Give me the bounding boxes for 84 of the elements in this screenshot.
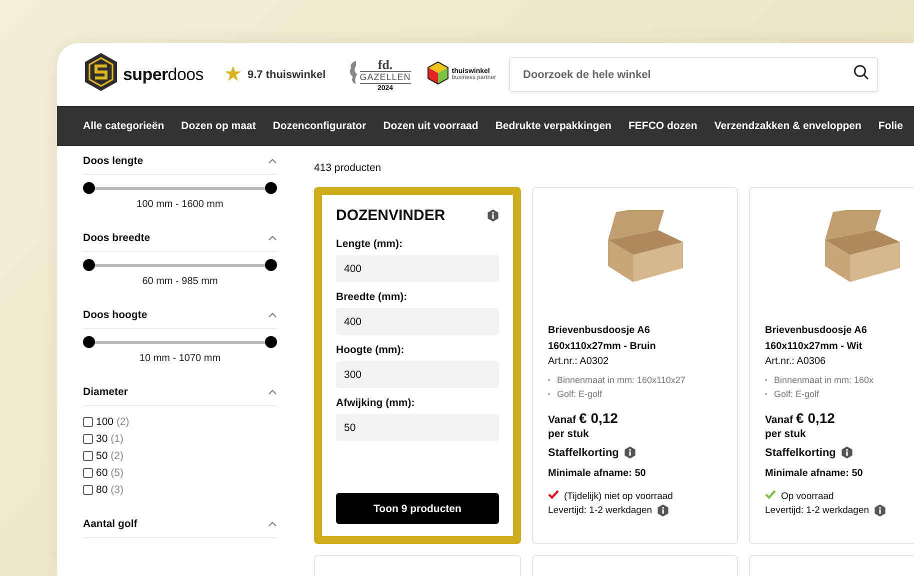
spec-text: Binnenmaat in mm: 160x — [774, 375, 874, 385]
option-label[interactable]: 30 (1) — [96, 433, 124, 445]
option-label[interactable]: 80 (3) — [96, 484, 124, 496]
input-field[interactable]: 400 — [336, 255, 499, 282]
range-value: 100 mm - 1600 mm — [136, 199, 224, 210]
nav-link[interactable]: Verzendzakken & enveloppen — [714, 120, 862, 132]
delivery-time: Levertijd: 1-2 werkdagen — [548, 505, 652, 516]
discount-label: Staffelkorting — [765, 446, 836, 458]
filter-title: Diameter — [83, 386, 128, 398]
show-products-button[interactable]: Toon 9 producten — [336, 493, 499, 524]
field-label: Hoogte (mm): — [336, 344, 406, 356]
spec-text: Binnenmaat in mm: 160x110x27 — [557, 375, 686, 385]
filter-title: Doos lengte — [83, 155, 144, 167]
stock-status: Op voorraad — [781, 490, 834, 502]
input-field[interactable]: 50 — [336, 414, 499, 441]
search-bar[interactable]: Doorzoek de hele winkel — [509, 57, 878, 92]
nav-link[interactable]: Alle categorieën — [83, 120, 164, 132]
checkbox[interactable] — [83, 417, 93, 427]
option-label[interactable]: 100 (2) — [96, 416, 130, 428]
chevron-icon[interactable] — [268, 235, 277, 241]
info-icon[interactable] — [624, 446, 636, 459]
chevron-icon[interactable] — [268, 521, 277, 527]
range-slider[interactable] — [83, 182, 277, 194]
nav-link[interactable]: Dozen op maat — [181, 120, 256, 132]
chevron-icon[interactable] — [268, 158, 277, 164]
info-icon[interactable] — [840, 446, 853, 459]
field-label: Lengte (mm): — [336, 238, 404, 250]
slider-thumb[interactable] — [265, 182, 277, 194]
field-label: Breedte (mm): — [336, 291, 408, 303]
checkbox[interactable] — [83, 451, 93, 461]
minimum-order: Minimale afname: 50 — [548, 468, 647, 479]
range-slider[interactable] — [83, 336, 277, 348]
input-field[interactable]: 400 — [336, 308, 499, 335]
price: € 0,12 — [796, 410, 835, 426]
price-prefix: Vanaf — [765, 414, 794, 426]
slider-thumb[interactable] — [265, 336, 277, 348]
input-field[interactable]: 300 — [336, 361, 499, 388]
search-input[interactable]: Doorzoek de hele winkel — [521, 68, 853, 82]
nav-link[interactable]: FEFCO dozen — [628, 120, 698, 132]
delivery-time: Levertijd: 1-2 werkdagen — [765, 505, 870, 516]
info-icon[interactable] — [487, 209, 499, 222]
chevron-icon[interactable] — [268, 389, 277, 395]
price-unit: per stuk — [765, 428, 807, 440]
logo-text[interactable]: superdoos — [123, 64, 204, 84]
nav-link[interactable]: Dozen uit voorraad — [383, 120, 478, 132]
price: € 0,12 — [579, 410, 618, 426]
price-prefix: Vanaf — [548, 414, 576, 426]
article-number: Art.nr.: A0302 — [548, 356, 610, 367]
checkbox[interactable] — [83, 485, 93, 495]
finder-title: DOZENVINDER — [336, 207, 446, 224]
option-label[interactable]: 60 (5) — [96, 467, 124, 479]
filter-title: Doos breedte — [83, 232, 150, 244]
product-card[interactable]: Brievenbusdoosje A6 160x110x27mm - Wit Art.nr.: A0306 Binnenmaat in mm: 160x Golf: E-golf Vanaf € 0,12 per stuk Staffelkorting Minimale afname: 50 Op voorraad Levertijd: 1-2 werkdagen — [749, 187, 914, 544]
field-label: Afwijking (mm): — [336, 397, 416, 409]
filter-title: Doos hoogte — [83, 309, 148, 321]
product-title: Brievenbusdoosje A6 160x110x27mm - Bruin — [548, 324, 657, 354]
nav-link[interactable]: Bedrukte verpakkingen — [495, 120, 612, 132]
product-title: Brievenbusdoosje A6 160x110x27mm - Wit — [765, 324, 868, 354]
filter-title: Aantal golf — [83, 518, 138, 530]
rating-text: 9.7 thuiswinkel — [247, 68, 326, 80]
product-card[interactable] — [532, 187, 738, 544]
option-label[interactable]: 50 (2) — [96, 450, 124, 462]
nav-link[interactable]: Folie — [878, 120, 903, 132]
award-brand: fd. — [378, 58, 393, 70]
checkbox[interactable] — [83, 468, 93, 478]
spec-text: Golf: E-golf — [774, 389, 820, 399]
award-title: GAZELLEN — [360, 70, 411, 84]
nav-link[interactable]: Dozenconfigurator — [272, 120, 366, 132]
result-count: 413 producten — [314, 161, 382, 176]
spec-text: Golf: E-golf — [557, 389, 602, 399]
chevron-icon[interactable] — [268, 312, 277, 318]
info-icon[interactable] — [657, 504, 670, 517]
article-number: Art.nr.: A0306 — [765, 356, 827, 367]
minimum-order: Minimale afname: 50 — [765, 468, 864, 479]
info-icon[interactable] — [874, 504, 886, 517]
slider-thumb[interactable] — [265, 259, 277, 271]
range-value: 10 mm - 1070 mm — [138, 353, 222, 364]
star-icon — [225, 66, 242, 84]
price-unit: per stuk — [548, 428, 590, 440]
checkbox[interactable] — [83, 434, 93, 444]
range-slider[interactable] — [83, 259, 277, 271]
range-value: 60 mm - 985 mm — [141, 276, 219, 287]
stock-status: (Tijdelijk) niet op voorraad — [564, 490, 673, 502]
discount-label: Staffelkorting — [548, 446, 619, 458]
